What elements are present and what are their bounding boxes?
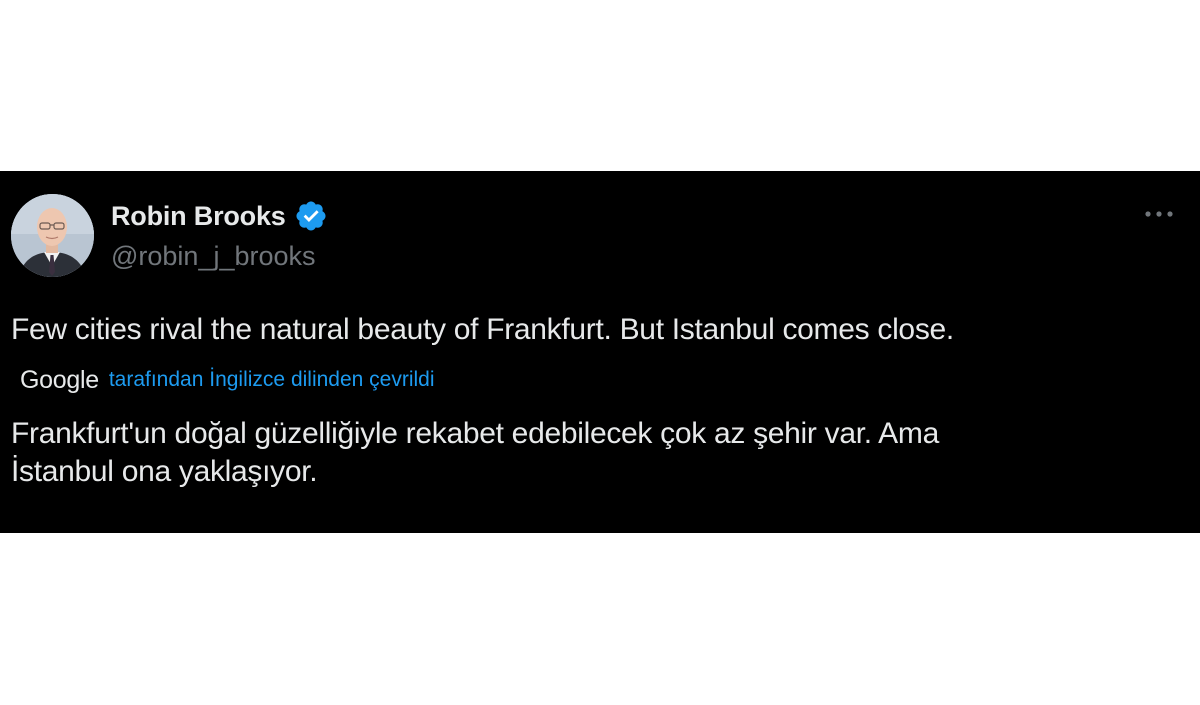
tweet-card: Robin Brooks @robin_j_brooks Few cities … [0, 171, 1200, 533]
translated-line: İstanbul ona yaklaşıyor. [11, 455, 318, 488]
avatar-image [11, 194, 94, 277]
google-logo: Google [20, 366, 99, 394]
avatar[interactable] [11, 194, 94, 277]
tweet-text: Few cities rival the natural beauty of F… [11, 313, 954, 346]
display-name[interactable]: Robin Brooks [111, 200, 286, 232]
author-handle[interactable]: @robin_j_brooks [111, 240, 316, 272]
verified-badge-icon [296, 201, 326, 231]
translation-link[interactable]: tarafından İngilizce dilinden çevrildi [109, 367, 435, 393]
more-horizontal-icon[interactable] [1140, 201, 1178, 227]
translated-line: Frankfurt'un doğal güzelliğiyle rekabet … [11, 417, 939, 450]
translated-text: Frankfurt'un doğal güzelliğiyle rekabet … [11, 415, 1191, 491]
author-name-row: Robin Brooks [111, 199, 328, 233]
translation-attribution: Google tarafından İngilizce dilinden çev… [20, 365, 435, 395]
